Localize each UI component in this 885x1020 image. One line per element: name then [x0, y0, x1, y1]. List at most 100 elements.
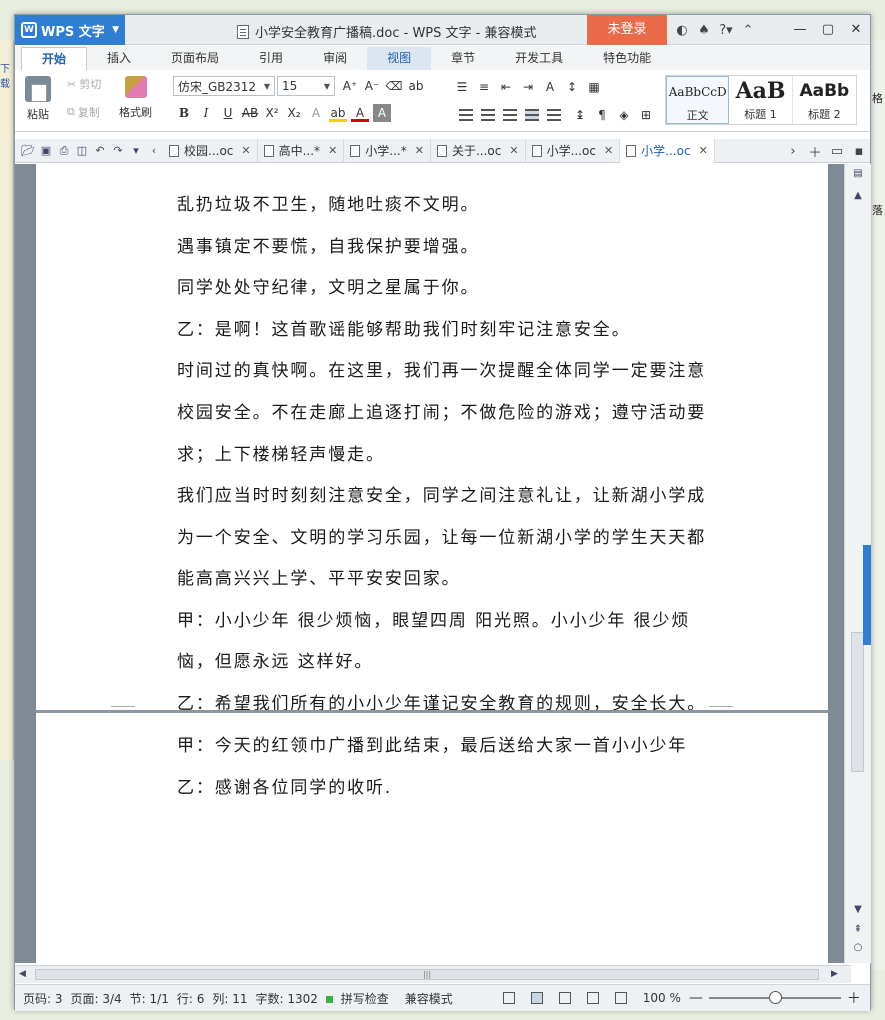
- shrink-font-icon[interactable]: A⁻: [363, 77, 381, 95]
- scroll-down-icon[interactable]: ▼: [845, 904, 871, 915]
- tab-menu-icon[interactable]: ▪: [848, 144, 870, 159]
- phonetic-icon[interactable]: ab: [407, 77, 425, 95]
- strikethrough-icon[interactable]: AB: [241, 104, 259, 122]
- decrease-indent-icon[interactable]: ⇤: [497, 78, 515, 96]
- tab-home[interactable]: 开始: [21, 47, 88, 70]
- table-icon[interactable]: ▦: [585, 78, 603, 96]
- status-pages[interactable]: 页面: 3/4: [71, 990, 122, 1007]
- bullet-list-icon[interactable]: ☰: [453, 78, 471, 96]
- tab-insert[interactable]: 插入: [87, 47, 151, 70]
- chevron-down-icon[interactable]: ▾: [127, 144, 145, 157]
- login-button[interactable]: 未登录: [587, 15, 667, 45]
- print-preview-icon[interactable]: ◫: [73, 144, 91, 157]
- scroll-right-icon[interactable]: ▶: [831, 969, 838, 979]
- chevron-right-icon[interactable]: ›: [782, 144, 804, 159]
- document-canvas[interactable]: 乱扔垃圾不卫生，随地吐痰不文明。 遇事镇定不要慌，自我保护要增强。 同学处处守纪…: [15, 164, 851, 963]
- highlight-icon[interactable]: ab: [329, 104, 347, 122]
- align-left-icon[interactable]: [459, 109, 473, 121]
- app-menu-button[interactable]: W WPS 文字 ▼: [15, 15, 125, 45]
- doc-tab[interactable]: 小学...* ✕: [344, 138, 431, 163]
- side-panel-handle[interactable]: [863, 545, 871, 645]
- underline-icon[interactable]: U: [219, 104, 237, 122]
- close-tab-icon[interactable]: ✕: [328, 144, 337, 157]
- doc-tab-active[interactable]: 小学...oc ✕: [620, 138, 715, 163]
- sort-icon[interactable]: ↕: [563, 78, 581, 96]
- font-size-select[interactable]: 15 ▼: [277, 76, 335, 96]
- redo-icon[interactable]: ↷: [109, 144, 127, 157]
- doc-tab[interactable]: 校园...oc ✕: [163, 138, 258, 163]
- close-tab-icon[interactable]: ✕: [241, 144, 250, 157]
- prev-page-icon[interactable]: ⇞: [845, 924, 871, 935]
- close-tab-icon[interactable]: ✕: [415, 144, 424, 157]
- browse-object-icon[interactable]: ○: [845, 942, 871, 953]
- tab-page-layout[interactable]: 页面布局: [151, 47, 239, 70]
- tab-references[interactable]: 引用: [239, 47, 303, 70]
- bold-icon[interactable]: B: [175, 104, 193, 122]
- zoom-level[interactable]: 100 %: [643, 991, 681, 1005]
- grow-font-icon[interactable]: A⁺: [341, 77, 359, 95]
- align-center-icon[interactable]: [481, 109, 495, 121]
- skin-icon[interactable]: ◐: [671, 23, 693, 38]
- web-view-icon[interactable]: [586, 992, 599, 1004]
- scrollbar-thumb[interactable]: |||: [35, 969, 819, 980]
- copy-button[interactable]: ⧉ 复制: [67, 104, 100, 120]
- doc-tab[interactable]: 高中...* ✕: [258, 138, 345, 163]
- help-icon[interactable]: ?▾: [715, 23, 737, 38]
- scroll-left-icon[interactable]: ◀: [19, 969, 26, 979]
- tab-list-icon[interactable]: ▭: [826, 144, 848, 159]
- page-3[interactable]: 乱扔垃圾不卫生，随地吐痰不文明。 遇事镇定不要慌，自我保护要增强。 同学处处守纪…: [36, 164, 828, 714]
- scroll-up-icon[interactable]: ▲: [845, 190, 871, 201]
- page-4[interactable]: 甲：今天的红领巾广播到此结束，最后送给大家一首小小少年 乙：感谢各位同学的收听.: [36, 713, 828, 963]
- increase-indent-icon[interactable]: ⇥: [519, 78, 537, 96]
- save-icon[interactable]: ▣: [37, 144, 55, 157]
- chevron-left-icon[interactable]: ‹: [145, 144, 163, 157]
- tab-review[interactable]: 审阅: [303, 47, 367, 70]
- clear-format-icon[interactable]: ⌫: [385, 77, 403, 95]
- subscript-icon[interactable]: X₂: [285, 104, 303, 122]
- border-icon[interactable]: ⊞: [637, 106, 655, 124]
- close-tab-icon[interactable]: ✕: [604, 144, 613, 157]
- zoom-out-icon[interactable]: —: [689, 990, 703, 1006]
- tab-developer[interactable]: 开发工具: [495, 47, 583, 70]
- new-tab-icon[interactable]: ＋: [804, 142, 826, 161]
- print-icon[interactable]: ⎙: [55, 144, 73, 158]
- page-view-icon[interactable]: [530, 992, 543, 1004]
- tab-view[interactable]: 视图: [367, 47, 432, 70]
- horizontal-scrollbar[interactable]: ◀ ||| ▶: [15, 965, 851, 983]
- zoom-slider[interactable]: [708, 991, 841, 1004]
- doc-tab[interactable]: 关于...oc ✕: [431, 138, 526, 163]
- status-word-count[interactable]: 字数: 1302: [255, 990, 317, 1007]
- spell-check-button[interactable]: 拼写检查: [325, 990, 389, 1007]
- align-right-icon[interactable]: [503, 109, 517, 121]
- scrollbar-thumb[interactable]: [851, 632, 864, 772]
- undo-icon[interactable]: ↶: [91, 144, 109, 157]
- tab-features[interactable]: 特色功能: [583, 47, 671, 70]
- superscript-icon[interactable]: X²: [263, 104, 281, 122]
- close-tab-icon[interactable]: ✕: [509, 144, 518, 157]
- close-icon[interactable]: ✕: [842, 15, 870, 45]
- minimize-icon[interactable]: —: [786, 15, 814, 45]
- numbered-list-icon[interactable]: ≡: [475, 78, 493, 96]
- char-shading-icon[interactable]: A: [373, 104, 391, 122]
- style-heading-2[interactable]: AaBb 标题 2: [793, 76, 856, 124]
- shading-icon[interactable]: ◈: [615, 106, 633, 124]
- maximize-icon[interactable]: ▢: [814, 15, 842, 45]
- text-effect-icon[interactable]: A: [307, 104, 325, 122]
- align-justify-icon[interactable]: [525, 109, 539, 121]
- style-normal[interactable]: AaBbCcD 正文: [666, 76, 730, 124]
- font-name-select[interactable]: 仿宋_GB2312 ▼: [173, 76, 275, 96]
- italic-icon[interactable]: I: [197, 104, 215, 122]
- line-spacing-icon[interactable]: ↨: [571, 106, 589, 124]
- reading-view-icon[interactable]: [614, 992, 627, 1004]
- close-tab-icon[interactable]: ✕: [699, 144, 708, 157]
- zoom-slider-knob[interactable]: [768, 991, 782, 1004]
- tab-section[interactable]: 章节: [431, 47, 495, 70]
- show-marks-icon[interactable]: ¶: [593, 106, 611, 124]
- outline-view-icon[interactable]: [558, 992, 571, 1004]
- doc-tab[interactable]: 小学...oc ✕: [526, 138, 621, 163]
- chinese-layout-icon[interactable]: A: [541, 78, 559, 96]
- paste-button[interactable]: 粘贴: [25, 76, 51, 122]
- full-screen-view-icon[interactable]: [502, 992, 515, 1004]
- style-heading-1[interactable]: AaB 标题 1: [729, 76, 793, 124]
- open-icon[interactable]: 📂︎: [19, 144, 37, 157]
